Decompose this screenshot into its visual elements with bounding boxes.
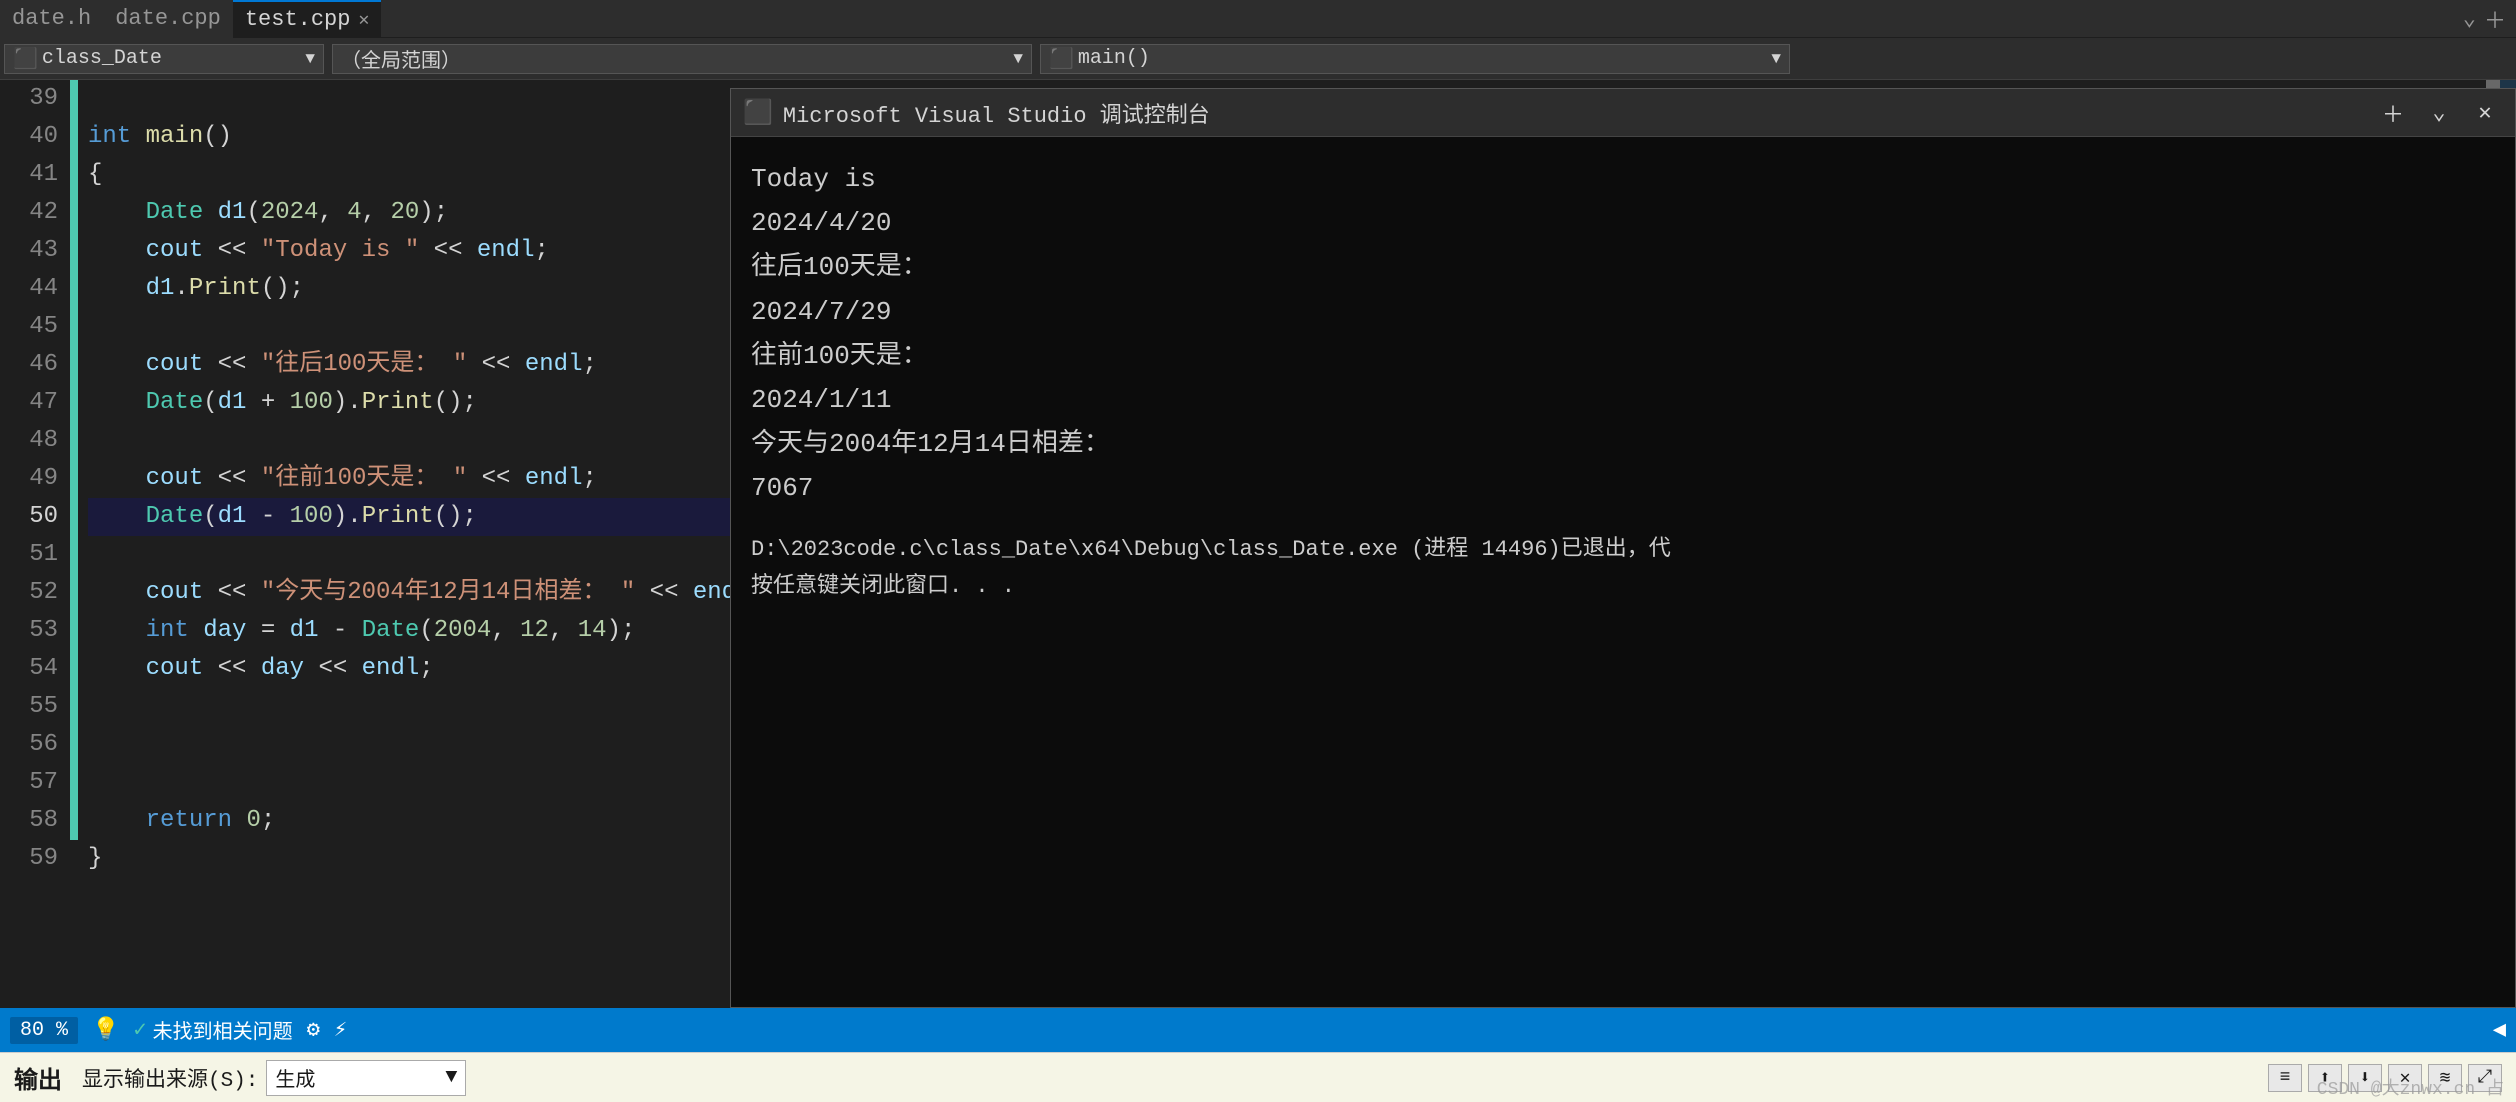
- class-dropdown-label: class_Date: [42, 47, 162, 70]
- terminal-press-key: 按任意键关闭此窗口. . .: [751, 568, 2495, 605]
- lightbulb-icon[interactable]: 💡: [92, 1017, 119, 1043]
- ln-49: 49: [8, 460, 58, 498]
- output-label: 输出: [14, 1060, 62, 1096]
- no-issues-label: 未找到相关问题: [153, 1015, 293, 1045]
- terminal-line-5: 往前100天是：: [751, 334, 2495, 378]
- wand-icon[interactable]: ⚡: [334, 1017, 347, 1043]
- toolbar: ⬛ class_Date ▼ （全局范围） ▼ ⬛ main() ▼: [0, 38, 2516, 80]
- tab-label-date-h: date.h: [12, 6, 91, 31]
- ln-44: 44: [8, 270, 58, 308]
- output-source-row: 显示输出来源(S): 生成 ▼: [82, 1060, 466, 1096]
- ln-48: 48: [8, 422, 58, 460]
- ln-57: 57: [8, 764, 58, 802]
- terminal-window: ⬛ Microsoft Visual Studio 调试控制台 ＋ ⌄ ✕ To…: [730, 88, 2516, 1008]
- ln-40: 40: [8, 118, 58, 156]
- terminal-line-4: 2024/7/29: [751, 290, 2495, 334]
- terminal-path-line: D:\2023code.c\class_Date\x64\Debug\class…: [751, 531, 2495, 568]
- class-dropdown-arrow: ▼: [305, 50, 315, 68]
- status-check: ✓ 未找到相关问题: [133, 1015, 292, 1045]
- ln-59: 59: [8, 840, 58, 878]
- tab-label-date-cpp: date.cpp: [115, 6, 221, 31]
- ln-56: 56: [8, 726, 58, 764]
- close-tab-icon[interactable]: ✕: [358, 9, 369, 31]
- zoom-level[interactable]: 80 %: [10, 1017, 78, 1044]
- indicator-bar: [70, 80, 78, 1008]
- tab-date-h[interactable]: date.h: [0, 0, 103, 38]
- ln-39: 39: [8, 80, 58, 118]
- output-source-dropdown[interactable]: 生成 ▼: [266, 1060, 466, 1096]
- ln-53: 53: [8, 612, 58, 650]
- terminal-line-1: Today is: [751, 157, 2495, 201]
- scroll-left-icon[interactable]: ◀: [2493, 1017, 2506, 1043]
- fn-main: main: [146, 118, 204, 156]
- scope-dropdown-label: （全局范围）: [341, 44, 461, 74]
- terminal-content: Today is 2024/4/20 往后100天是： 2024/7/29 往前…: [731, 137, 2515, 1007]
- terminal-close-btn[interactable]: ✕: [2467, 98, 2503, 128]
- tab-bar-right: ⌄ ＋: [2463, 3, 2516, 35]
- function-dropdown-label: main(): [1078, 47, 1150, 70]
- output-source-value: 生成: [275, 1063, 315, 1093]
- ln-54: 54: [8, 650, 58, 688]
- terminal-dropdown-btn[interactable]: ⌄: [2421, 98, 2457, 128]
- terminal-titlebar: ⬛ Microsoft Visual Studio 调试控制台 ＋ ⌄ ✕: [731, 89, 2515, 137]
- add-tab-icon[interactable]: ＋: [2484, 3, 2506, 35]
- collapse-icon[interactable]: ⌄: [2463, 6, 2476, 32]
- gear-icon[interactable]: ⚙: [307, 1017, 320, 1043]
- green-indicator: [70, 80, 78, 840]
- output-btn-1[interactable]: ≡: [2268, 1064, 2302, 1092]
- terminal-line-6: 2024/1/11: [751, 378, 2495, 422]
- ln-46: 46: [8, 346, 58, 384]
- watermark: CSDN @大znwx.cn 占: [2317, 1074, 2504, 1100]
- tab-test-cpp[interactable]: test.cpp ✕: [233, 0, 381, 38]
- scope-dropdown[interactable]: （全局范围） ▼: [332, 44, 1032, 74]
- ln-41: 41: [8, 156, 58, 194]
- terminal-add-btn[interactable]: ＋: [2375, 98, 2411, 128]
- ln-47: 47: [8, 384, 58, 422]
- output-panel: 输出 显示输出来源(S): 生成 ▼ ≡ ⬆ ⬇ ✕ ≋ ⤢ CSDN @大zn…: [0, 1052, 2516, 1102]
- terminal-line-7: 今天与2004年12月14日相差：: [751, 422, 2495, 466]
- scope-dropdown-arrow: ▼: [1013, 50, 1023, 68]
- ln-52: 52: [8, 574, 58, 612]
- output-source-label: 显示输出来源(S):: [82, 1063, 258, 1093]
- ln-45: 45: [8, 308, 58, 346]
- terminal-icon: ⬛: [743, 98, 773, 128]
- ln-42: 42: [8, 194, 58, 232]
- terminal-line-8: 7067: [751, 466, 2495, 510]
- function-dropdown[interactable]: ⬛ main() ▼: [1040, 44, 1790, 74]
- check-icon: ✓: [133, 1017, 146, 1043]
- kw-int: int: [88, 118, 131, 156]
- class-dropdown[interactable]: ⬛ class_Date ▼: [4, 44, 324, 74]
- ln-43: 43: [8, 232, 58, 270]
- status-bar: 80 % 💡 ✓ 未找到相关问题 ⚙ ⚡ ◀: [0, 1008, 2516, 1052]
- tab-label-test-cpp: test.cpp: [245, 7, 351, 32]
- terminal-line-2: 2024/4/20: [751, 201, 2495, 245]
- terminal-title: Microsoft Visual Studio 调试控制台: [783, 97, 1210, 129]
- terminal-line-3: 往后100天是：: [751, 245, 2495, 289]
- ln-50: 50: [8, 498, 58, 536]
- class-icon: ⬛: [13, 46, 38, 72]
- function-icon: ⬛: [1049, 46, 1074, 72]
- line-numbers: 39 40 41 42 43 44 45 46 47 48 49 50 51 5…: [0, 80, 70, 1008]
- function-dropdown-arrow: ▼: [1771, 50, 1781, 68]
- ln-51: 51: [8, 536, 58, 574]
- output-source-arrow: ▼: [445, 1066, 457, 1089]
- tab-date-cpp[interactable]: date.cpp: [103, 0, 233, 38]
- tab-bar: date.h date.cpp test.cpp ✕ ⌄ ＋: [0, 0, 2516, 38]
- ln-55: 55: [8, 688, 58, 726]
- ln-58: 58: [8, 802, 58, 840]
